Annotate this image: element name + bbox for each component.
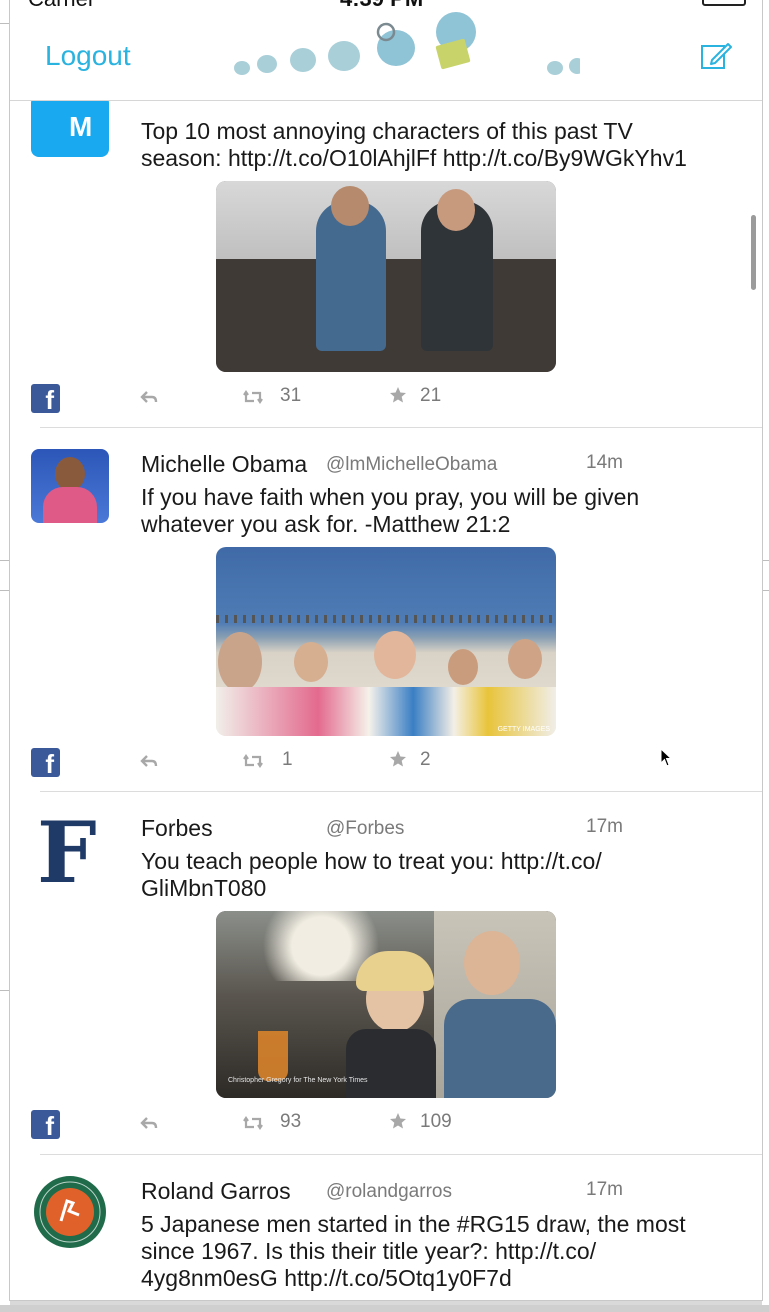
tweet-author-name[interactable]: Michelle Obama	[141, 451, 307, 478]
tweet-timestamp: 17m	[586, 816, 623, 837]
retweet-count: 31	[280, 385, 302, 406]
background-divider	[0, 990, 10, 991]
background-divider	[762, 590, 769, 591]
tweet-actions: f 1 2	[10, 748, 762, 779]
tweet-actions: f 31 21	[10, 384, 762, 415]
carrier-label: Carrier	[28, 0, 95, 12]
tweet-author-name[interactable]: Roland Garros	[141, 1178, 291, 1205]
tweet[interactable]: F Forbes @Forbes 17m You teach people ho…	[10, 792, 762, 1155]
photo-credit: Christopher Gregory for The New York Tim…	[228, 1077, 368, 1084]
facebook-icon[interactable]: f	[31, 1110, 60, 1141]
reply-icon[interactable]	[140, 752, 158, 770]
favorite-count: 109	[420, 1111, 452, 1132]
background-divider	[0, 23, 10, 24]
facebook-icon[interactable]: f	[31, 384, 60, 415]
reply-icon[interactable]	[140, 1114, 158, 1132]
tweet-actions: f 93 109	[10, 1110, 762, 1141]
tweet-author-name[interactable]: Forbes	[141, 815, 213, 842]
retweet-icon[interactable]	[243, 1114, 263, 1132]
mouse-cursor-icon	[660, 748, 673, 767]
roland-garros-logo	[34, 1176, 106, 1248]
retweet-icon[interactable]	[243, 752, 263, 770]
tweet-text: If you have faith when you pray, you wil…	[141, 484, 640, 537]
tweet[interactable]: Michelle Obama @lmMichelleObama 14m If y…	[10, 428, 762, 792]
facebook-icon[interactable]: f	[31, 748, 60, 779]
tweet-author-handle[interactable]: @Forbes	[326, 818, 404, 840]
timeline[interactable]: M Top 10 most annoying characters of thi…	[10, 101, 762, 1300]
background-divider	[0, 1305, 769, 1312]
tweet[interactable]: M Top 10 most annoying characters of thi…	[10, 101, 762, 428]
star-icon[interactable]	[389, 750, 407, 768]
background-divider	[762, 560, 769, 561]
avatar	[31, 449, 109, 523]
photo-credit: GETTY IMAGES	[497, 726, 550, 733]
reply-icon[interactable]	[140, 388, 158, 406]
tweet-photo[interactable]: Christopher Gregory for The New York Tim…	[216, 911, 556, 1098]
avatar	[31, 1175, 109, 1249]
tweet-photo[interactable]: GETTY IMAGES	[216, 547, 556, 736]
tweet-author-handle[interactable]: @rolandgarros	[326, 1181, 452, 1203]
background-window	[762, 0, 769, 1312]
tweet-text: Top 10 most annoying characters of this …	[141, 118, 687, 171]
avatar: M	[31, 101, 109, 157]
battery-icon	[702, 0, 746, 6]
tweet-text: 5 Japanese men started in the #RG15 draw…	[141, 1211, 686, 1291]
logout-button[interactable]: Logout	[45, 40, 131, 72]
avatar: F	[31, 813, 109, 887]
tweet-author-handle[interactable]: @lmMichelleObama	[326, 454, 497, 476]
favorite-count: 2	[420, 749, 431, 770]
retweet-count: 93	[280, 1111, 302, 1132]
app-window: Carrier 4:39 PM Logout	[10, 0, 762, 1300]
background-window	[0, 0, 10, 1312]
retweet-count: 1	[282, 749, 293, 770]
background-divider	[0, 560, 10, 561]
tweet[interactable]: Roland Garros @rolandgarros 17m 5 Japane…	[10, 1155, 762, 1300]
tweet-text: You teach people how to treat you: http:…	[141, 848, 602, 901]
retweet-icon[interactable]	[243, 388, 263, 406]
tweet-timestamp: 14m	[586, 452, 623, 473]
favorite-count: 21	[420, 385, 442, 406]
compose-icon[interactable]	[700, 40, 732, 72]
tweet-photo[interactable]	[216, 181, 556, 372]
star-icon[interactable]	[389, 1112, 407, 1130]
navigation-bar: Carrier 4:39 PM Logout	[10, 0, 762, 101]
scrollbar-thumb[interactable]	[751, 215, 756, 290]
background-divider	[0, 590, 10, 591]
tweet-timestamp: 17m	[586, 1179, 623, 1200]
star-icon[interactable]	[389, 386, 407, 404]
bird-flock-logo	[234, 12, 580, 75]
